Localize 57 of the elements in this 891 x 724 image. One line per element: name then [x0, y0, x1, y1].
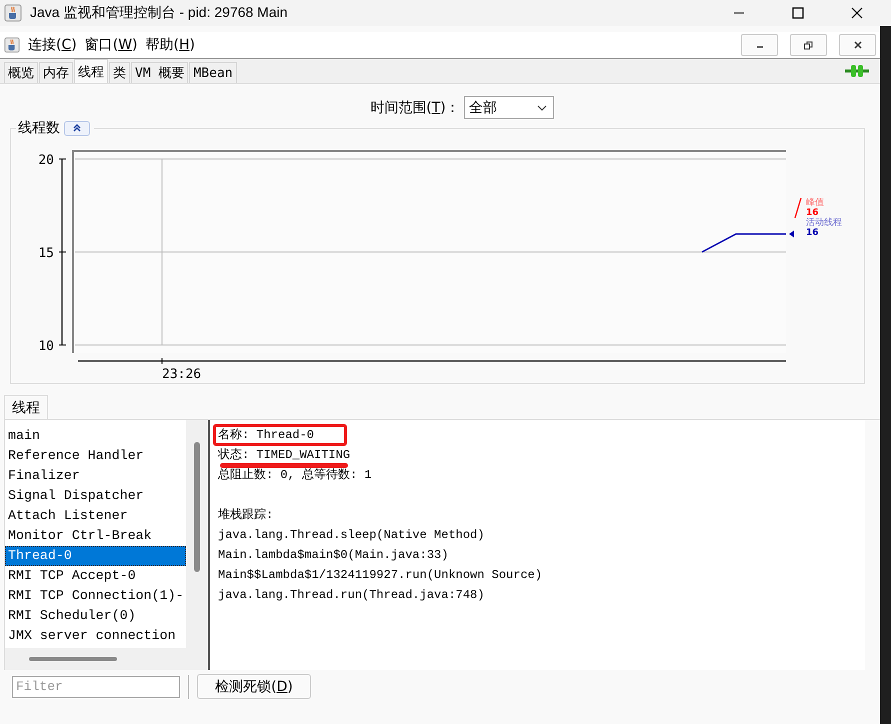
tab[interactable]: 线程 [74, 59, 108, 83]
close-icon [854, 41, 862, 49]
menu-item[interactable]: 帮助(H) [146, 36, 195, 54]
stack-frame: java.lang.Thread.run(Thread.java:748) [213, 584, 488, 606]
thread-list-item[interactable]: JMX server connection [5, 626, 186, 646]
menu-item[interactable]: 连接(C) [28, 36, 77, 54]
filter-field[interactable]: Filter [12, 676, 180, 698]
legend-label: 峰值 [806, 198, 824, 208]
stack-frame: java.lang.Thread.sleep(Native Method) [213, 524, 488, 546]
axis-label: 20 [38, 153, 54, 168]
scrollbar-thumb[interactable] [194, 442, 200, 572]
axis-label: 10 [38, 339, 54, 354]
legend-value: 16 [806, 228, 819, 238]
scrollbar-thumb[interactable] [29, 657, 117, 661]
thread-list-item[interactable]: Signal Dispatcher [5, 486, 186, 506]
tab[interactable]: 类 [109, 62, 130, 83]
restore-icon [804, 40, 813, 50]
coffee-cup-icon [4, 4, 22, 22]
legend-value: 16 [806, 208, 819, 218]
window-title: Java 监视和管理控制台 - pid: 29768 Main [30, 4, 288, 22]
stack-frame: Main.lambda$main$0(Main.java:33) [213, 544, 452, 566]
stack-trace-title: 堆栈跟踪: [217, 507, 274, 524]
restore-button[interactable] [790, 34, 827, 56]
thread-list-item[interactable]: Reference Handler [5, 446, 186, 466]
axis-label: 15 [38, 246, 54, 261]
time-range-label: 时间范围(T)： [370, 98, 460, 116]
thread-list-item[interactable]: Finalizer [5, 466, 186, 486]
thread-list-item[interactable]: main [5, 426, 186, 446]
tab[interactable]: VM 概要 [131, 62, 188, 83]
menu-item[interactable]: 窗口(W) [84, 36, 138, 54]
thread-list-item[interactable]: Monitor Ctrl-Break [5, 526, 186, 546]
coffee-cup-icon [4, 37, 20, 53]
detail-text: 状态: TIMED_WAITING [217, 447, 352, 464]
detect-deadlock-button[interactable]: 检测死锁(D) [197, 674, 311, 699]
time-range-dropdown[interactable]: 全部 [464, 96, 554, 119]
detail-text: 总阻止数: 0, 总等待数: 1 [217, 467, 373, 484]
close-icon[interactable] [851, 7, 863, 19]
double-chevron-up-icon [72, 123, 82, 133]
thread-list-item[interactable]: Attach Listener [5, 506, 186, 526]
legend-label: 活动线程 [806, 218, 842, 228]
panel-title: 线程数 [18, 119, 60, 137]
tab[interactable]: 概览 [4, 62, 38, 83]
detail-text: 名称: Thread-0 [213, 424, 348, 446]
thread-list-item[interactable]: RMI Scheduler(0) [5, 606, 186, 626]
tab[interactable]: MBean [189, 62, 237, 83]
stack-frame: Main$$Lambda$1/1324119927.run(Unknown Source) [213, 564, 546, 586]
thread-list-item[interactable]: RMI TCP Connection(1)- [5, 586, 186, 606]
tab[interactable]: 线程 [4, 395, 48, 419]
thread-list-item[interactable]: RMI TCP Accept-0 [5, 566, 186, 586]
collapse-button[interactable] [64, 120, 90, 136]
tab[interactable]: 内存 [39, 62, 73, 83]
thread-list-item[interactable]: Thread-0 [5, 546, 186, 566]
caret-icon [536, 104, 547, 110]
maximize-icon[interactable] [792, 7, 804, 19]
axis-label: 23:26 [162, 367, 202, 382]
close-button[interactable] [839, 34, 876, 56]
connection-plug-icon [844, 64, 870, 78]
